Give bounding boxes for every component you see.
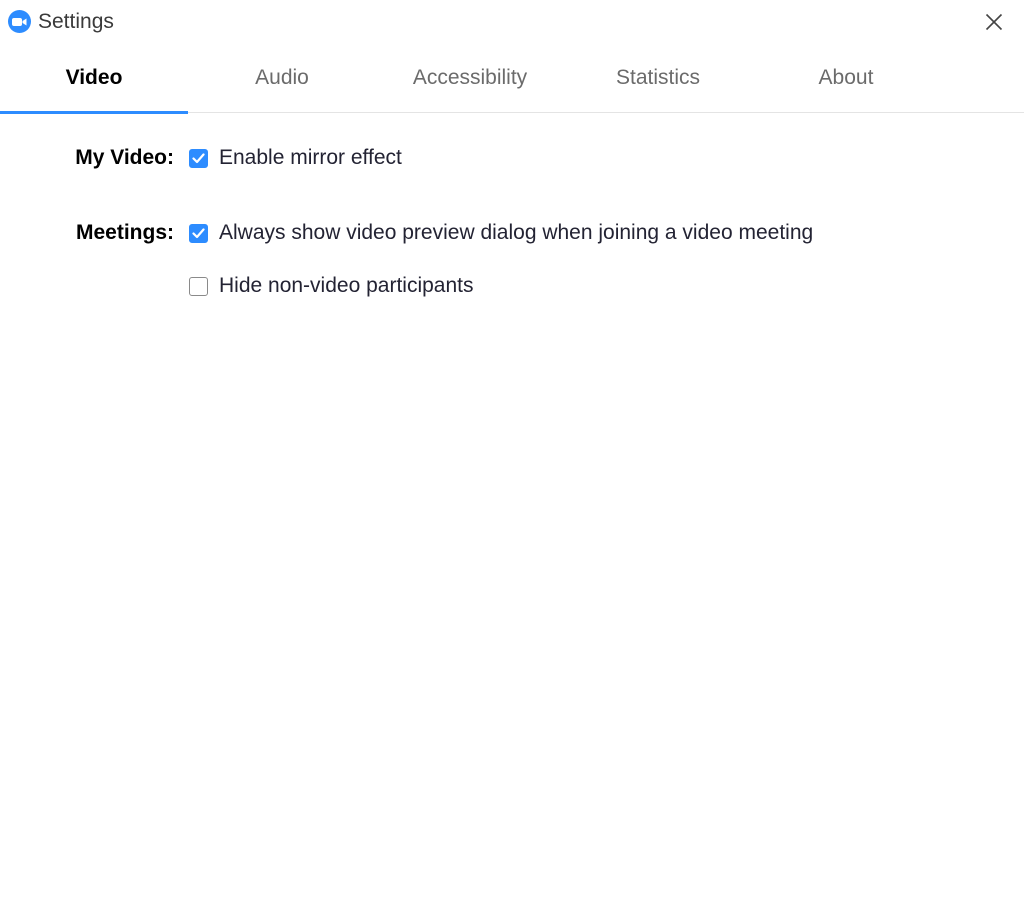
tab-accessibility[interactable]: Accessibility: [376, 52, 564, 112]
meetings-label: Meetings:: [75, 221, 174, 244]
settings-window: Settings Video Audio Accessibility Stati…: [0, 0, 1024, 904]
my-video-label: My Video:: [75, 146, 174, 169]
tab-audio[interactable]: Audio: [188, 52, 376, 112]
close-icon: [985, 13, 1003, 31]
tab-label: Statistics: [615, 66, 701, 89]
tab-label: Audio: [255, 66, 309, 89]
active-tab-indicator: [0, 111, 188, 114]
window-title: Settings: [38, 10, 114, 33]
tab-label: About: [818, 66, 874, 89]
tab-label: Video: [65, 66, 123, 89]
tab-label: Accessibility: [412, 66, 528, 89]
close-button[interactable]: [978, 6, 1010, 38]
tab-video[interactable]: Video: [0, 52, 188, 114]
title-bar: Settings: [0, 0, 1024, 44]
hide-non-video-checkbox[interactable]: [189, 276, 208, 296]
mirror-effect-label: Enable mirror effect: [219, 146, 402, 169]
mirror-effect-option[interactable]: Enable mirror effect: [189, 146, 402, 170]
hide-non-video-option[interactable]: Hide non-video participants: [189, 274, 473, 298]
video-preview-checkbox[interactable]: [189, 223, 208, 243]
tab-about[interactable]: About: [752, 52, 940, 112]
settings-tabs: Video Audio Accessibility Statistics Abo…: [0, 52, 1024, 114]
hide-non-video-label: Hide non-video participants: [219, 274, 474, 297]
mirror-effect-checkbox[interactable]: [189, 148, 208, 168]
tab-statistics[interactable]: Statistics: [564, 52, 752, 112]
zoom-camera-icon: [8, 10, 31, 33]
video-preview-option[interactable]: Always show video preview dialog when jo…: [189, 221, 813, 245]
checkmark-icon: [192, 152, 205, 163]
video-preview-label: Always show video preview dialog when jo…: [219, 221, 814, 244]
checkmark-icon: [192, 227, 205, 238]
